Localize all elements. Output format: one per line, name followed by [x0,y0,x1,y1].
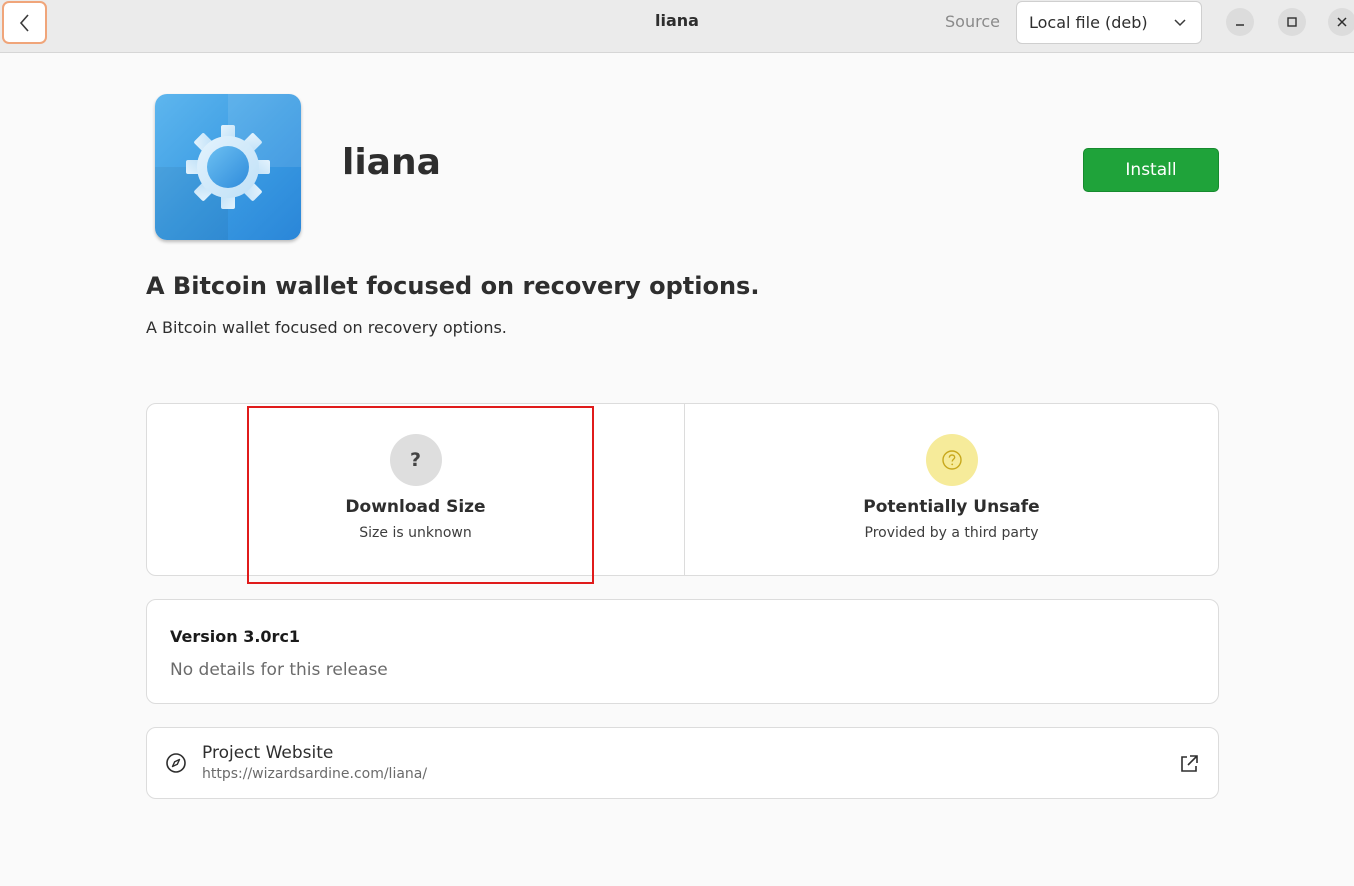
source-label: Source [945,12,1000,31]
safety-tile[interactable]: Potentially Unsafe Provided by a third p… [685,404,1218,575]
maximize-icon [1287,17,1297,27]
source-value: Local file (deb) [1029,13,1148,32]
minimize-button[interactable] [1226,8,1254,36]
compass-icon [166,753,186,773]
install-button[interactable]: Install [1083,148,1219,192]
help-circle-icon [941,450,962,470]
close-icon [1337,17,1347,27]
safety-title: Potentially Unsafe [863,497,1040,517]
close-button[interactable] [1328,8,1354,36]
chevron-down-icon [1174,19,1186,27]
highlight-box [247,406,594,584]
warning-question-icon [925,434,978,486]
safety-description: Provided by a third party [864,525,1039,541]
header-bar: liana Source Local file (deb) [0,0,1354,53]
project-website-url: https://wizardsardine.com/liana/ [202,766,428,782]
project-website-title: Project Website [202,743,334,763]
version-box: Version 3.0rc1 No details for this relea… [146,599,1219,704]
source-dropdown[interactable]: Local file (deb) [1016,1,1202,44]
maximize-button[interactable] [1278,8,1306,36]
app-icon [155,94,301,240]
app-description: A Bitcoin wallet focused on recovery opt… [146,318,507,337]
external-link-icon[interactable] [1178,753,1200,775]
minimize-icon [1236,24,1244,26]
app-summary: A Bitcoin wallet focused on recovery opt… [146,272,760,300]
version-description: No details for this release [170,660,388,680]
project-website-row[interactable]: Project Website https://wizardsardine.co… [146,727,1219,799]
app-name: liana [342,142,441,183]
version-title: Version 3.0rc1 [170,627,301,646]
gear-icon [186,125,270,209]
